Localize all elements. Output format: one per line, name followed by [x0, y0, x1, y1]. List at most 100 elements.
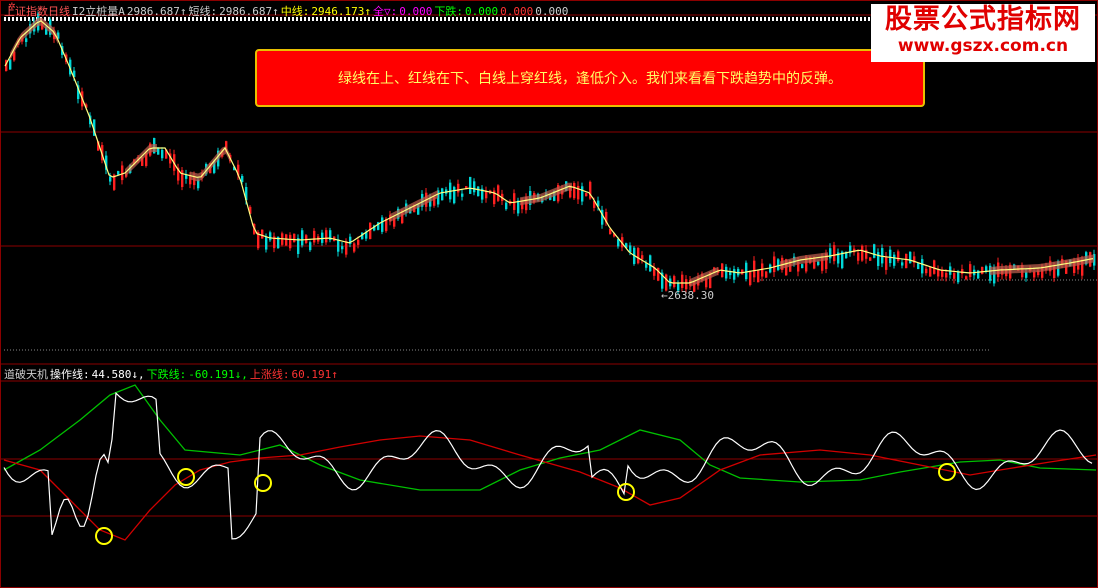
- candle-body: [749, 271, 752, 285]
- ribbon-band: [190, 146, 230, 182]
- candle-body: [953, 273, 956, 279]
- candle-body: [681, 274, 684, 288]
- candle-body: [301, 230, 304, 246]
- candle-body: [773, 256, 776, 273]
- candle-body: [981, 266, 984, 274]
- candle-body: [181, 170, 184, 187]
- candle-body: [777, 259, 780, 270]
- candle-body: [965, 276, 968, 280]
- candle-body: [941, 270, 944, 277]
- candle-body: [357, 239, 360, 245]
- candle-body: [733, 269, 736, 280]
- candle-body: [345, 241, 348, 255]
- candle-body: [893, 254, 896, 266]
- candle-body: [945, 273, 948, 278]
- candle-body: [321, 232, 324, 243]
- candle-body: [309, 242, 312, 251]
- candle-body: [109, 176, 112, 182]
- candle-body: [925, 268, 928, 274]
- buy-signal-circles: [95, 463, 956, 545]
- ribbon-band: [520, 182, 572, 206]
- candle-body: [461, 193, 464, 197]
- candle-body: [641, 255, 644, 260]
- rise-line: [3, 435, 1097, 541]
- annotation-callout: 绿线在上、红线在下、白线上穿红线，逢低介入。我们来看看下跌趋势中的反弹。: [255, 49, 925, 107]
- price-header-item: 2986.687↑: [126, 5, 187, 18]
- callout-text: 绿线在上、红线在下、白线上穿红线，逢低介入。我们来看看下跌趋势中的反弹。: [338, 71, 842, 87]
- indicator-panel-header: 道破天机 操作线: 44.580↓, 下跌线: -60.191↓, 上涨线: 60.191↑: [4, 366, 340, 382]
- candle-body: [477, 186, 480, 197]
- candle-body: [753, 260, 756, 278]
- price-header-item: 0.000: [535, 5, 569, 18]
- candle-body: [969, 264, 972, 278]
- candle-body: [765, 271, 768, 278]
- candle-body: [877, 252, 880, 266]
- price-header-item: 0.000: [500, 5, 534, 18]
- candle-body: [673, 276, 676, 288]
- candle-body: [801, 264, 804, 269]
- price-header-item: I2立桩量A: [72, 5, 125, 18]
- candle-body: [1033, 271, 1036, 278]
- candle-body: [117, 171, 120, 175]
- site-watermark: 股票公式指标网 www.gszx.com.cn: [871, 4, 1095, 62]
- candle-body: [381, 217, 384, 232]
- candle-body: [337, 239, 340, 252]
- indicator-header-item: 下跌线:: [146, 368, 187, 381]
- candle-body: [857, 252, 860, 261]
- price-header-item: 上证指数日线: [4, 5, 70, 18]
- ribbon-band: [780, 252, 828, 270]
- candle-body: [289, 234, 292, 249]
- indicator-header-item: 操作线:: [50, 368, 90, 381]
- candle-body: [869, 257, 872, 261]
- price-header-item: 2946.173↑: [311, 5, 371, 18]
- ribbon-band: [125, 144, 157, 177]
- candle-body: [505, 202, 508, 210]
- price-panel-header: 上证指数日线 I2立桩量A 2986.687↑ 短线: 2986.687↑ 中线: 2946…: [4, 3, 570, 19]
- candle-body: [637, 248, 640, 264]
- indicator-header-item: 道破天机: [4, 368, 48, 381]
- candle-body: [9, 59, 12, 70]
- signal-circle: [95, 527, 113, 545]
- price-header-item: 0.000: [464, 5, 499, 18]
- candle-body: [725, 266, 728, 279]
- candle-body: [261, 229, 264, 239]
- candle-body: [293, 233, 296, 243]
- candle-body: [897, 251, 900, 261]
- candle-body: [961, 269, 964, 274]
- candle-body: [485, 191, 488, 199]
- candle-body: [649, 255, 652, 272]
- candle-body: [325, 230, 328, 243]
- candle-body: [861, 245, 864, 261]
- candle-body: [441, 188, 444, 201]
- candle-body: [1025, 272, 1028, 278]
- candle-body: [581, 186, 584, 202]
- watermark-url: www.gszx.com.cn: [897, 36, 1069, 56]
- candle-body: [885, 256, 888, 270]
- price-header-item: 全▽:: [372, 5, 398, 18]
- low-price-marker: ←2638.30: [661, 289, 714, 302]
- candle-body: [833, 245, 836, 262]
- candle-body: [457, 183, 460, 193]
- candle-body: [929, 267, 932, 277]
- watermark-title: 股票公式指标网: [885, 4, 1081, 35]
- indicator-header-item: 60.191↑: [291, 368, 338, 381]
- candle-body: [473, 181, 476, 193]
- candle-body: [889, 249, 892, 264]
- candle-body: [269, 232, 272, 241]
- candle-body: [517, 200, 520, 214]
- candle-body: [921, 259, 924, 274]
- price-header-item: 下跌:: [434, 5, 463, 18]
- candle-body: [937, 269, 940, 277]
- price-header-item: 2986.687↑: [219, 5, 279, 18]
- candle-body: [25, 38, 28, 43]
- candle-body: [285, 234, 288, 246]
- candle-body: [453, 186, 456, 204]
- operation-line: [3, 391, 1093, 540]
- candle-body: [629, 245, 632, 253]
- candle-body: [957, 271, 960, 283]
- signal-circle: [177, 468, 195, 486]
- candle-body: [497, 185, 500, 201]
- price-header-item: 0.000: [399, 5, 433, 18]
- candle-body: [917, 263, 920, 270]
- candle-body: [313, 230, 316, 243]
